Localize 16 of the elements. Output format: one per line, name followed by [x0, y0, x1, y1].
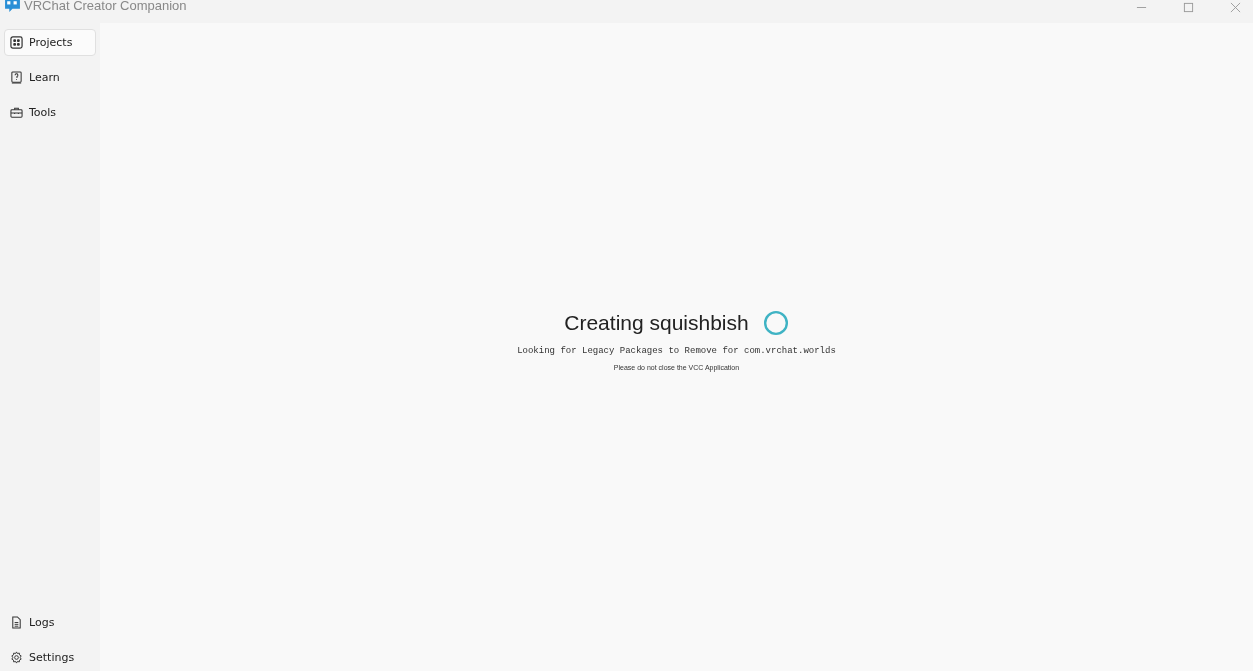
sidebar-item[interactable]: Tools: [4, 99, 96, 126]
maximize-icon[interactable]: [1183, 2, 1194, 13]
loading-spinner-icon: [762, 309, 789, 336]
progress-title: Creating squishbish: [564, 310, 749, 335]
window-title: VRChat Creator Companion: [24, 0, 187, 13]
sidebar-item[interactable]: Logs: [4, 609, 96, 636]
sidebar-item[interactable]: Projects: [4, 29, 96, 56]
toolbox-icon: [10, 106, 23, 119]
sidebar-item[interactable]: Learn: [4, 64, 96, 91]
sidebar-item[interactable]: Settings: [4, 644, 96, 671]
question-book-icon: [10, 71, 23, 84]
close-icon[interactable]: [1230, 2, 1241, 13]
status-message: Looking for Legacy Packages to Remove for com.vrchat.worlds: [517, 345, 836, 356]
document-icon: [10, 616, 23, 629]
grid-icon: [10, 36, 23, 49]
settings-icon: [10, 651, 23, 664]
